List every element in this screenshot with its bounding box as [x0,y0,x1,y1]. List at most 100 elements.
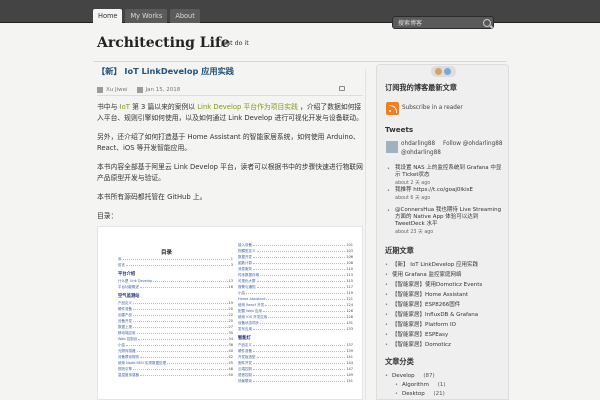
subscribe-link[interactable]: Subscribe in a reader [402,105,463,111]
tweet-text[interactable]: 我设置 NAS 上的监控系统到 Grafana 中显示 Ticket状态 [395,165,505,179]
tweet-item[interactable]: • 我设置 NAS 上的监控系统到 Grafana 中显示 Ticket状态 a… [387,165,505,186]
recent-post-item[interactable]: • 【智能家居】Domoticz [385,341,503,349]
post-title[interactable]: 【新】 IoT LinkDevelop 应用实践 [97,66,363,77]
toc-entry: 函数计算 108 [238,261,353,266]
toc-dot-leader [268,316,346,318]
main-navigation: Home My Works About [93,9,203,23]
toc-entry: 数据开发 106 [238,254,353,260]
search-icon[interactable] [483,19,491,27]
recent-post-item[interactable]: • 【智能家居】Platform IO [385,321,503,329]
recent-post-label[interactable]: 【智能家居】ESP8266固件 [392,302,460,308]
calendar-icon [136,86,143,93]
category-item[interactable]: • Desktop (21) [395,390,513,398]
recent-post-item[interactable]: • 【智能家居】ESPEasy [385,331,503,339]
recent-post-label[interactable]: 【智能家居】Platform IO [392,322,456,328]
toc-entry: 设备开发 25 [118,319,233,324]
toc-entry: 使用 iOS 开发应用 128 [238,315,353,320]
toc-entry: 接入设备 101 [238,243,353,248]
tweet-text[interactable]: 我推荐 https://t.co/goaj0lkisE [395,187,505,194]
toc-page-number: 25 [228,319,233,323]
top-navigation-bar: Home My Works About 搜索博客 [0,0,600,29]
toc-dot-leader [126,344,228,346]
toc-entry: Home Assistant 121 [238,297,353,301]
twitter-handle[interactable]: @ohdarling88 [401,150,441,156]
twitter-user[interactable]: ohdarling88 [401,141,435,147]
category-label[interactable]: Develop [392,373,415,379]
toc-entry: 温湿度传感器 50 [118,373,233,378]
toc-entry-title: 消息服务 [238,266,252,271]
toc-entry-title: 小结 [118,342,125,347]
toc-entry: 设备联动规则 42 [118,355,233,360]
post-content: 【新】 IoT LinkDevelop 应用实践 Xu Jiwei Jan 15… [97,66,363,222]
bullet-icon: • [387,188,390,194]
iot-link[interactable]: IoT [120,103,130,111]
bullet-icon: • [385,272,388,278]
toc-entry: 数据上报 27 [118,324,233,330]
toc-dot-leader [253,368,346,370]
recent-post-item[interactable]: • 【新】 IoT LinkDevelop 应用实践 [385,261,503,269]
post-meta: Xu Jiwei Jan 15, 2018 [97,84,363,96]
follow-button[interactable]: Follow @ohdarling88 [443,141,502,147]
category-label[interactable]: Algorithm [402,382,429,388]
toc-page-number: 149 [346,373,353,377]
category-label[interactable]: Desktop [402,391,425,397]
rss-small-icon[interactable] [435,68,442,75]
toc-entry-title: 数据开发 [238,254,252,259]
search-box[interactable]: 搜索博客 [392,16,494,29]
toc-dot-leader [262,310,346,312]
toc-entry-title: 数据上报 [118,324,132,329]
content-divider [365,69,366,400]
recent-post-label[interactable]: 【新】 IoT LinkDevelop 应用实践 [392,262,478,268]
recent-post-label[interactable]: 【智能家居】使用Domoticz Events [392,282,482,288]
site-tagline: Just do it [221,40,249,47]
comment-icon[interactable] [339,86,345,91]
toc-page-number: 101 [346,243,353,247]
toc-dot-leader [253,244,346,246]
paragraph-text: 第 3 篇以来的案例以 [132,103,196,111]
nav-about-tab[interactable]: About [170,9,200,23]
toc-entry: 使用 Node-RED 实现数据处理 45 [118,361,233,366]
tweets-title: Tweets [385,125,414,134]
recent-post-label[interactable]: 【智能家居】ESPEasy [392,332,448,338]
toc-entry-title: 平台功能概述 [118,284,139,289]
recent-post-item[interactable]: • 【智能家居】Home Assistant [385,291,503,299]
tweet-item[interactable]: • 我推荐 https://t.co/goaj0lkisE about 6 天 … [387,187,505,201]
recent-post-label[interactable]: 【智能家居】Domoticz [392,342,451,348]
toc-dot-leader [253,256,346,258]
bullet-icon: • [385,322,388,328]
rss-icon[interactable] [386,102,399,115]
toc-dot-leader [140,286,228,288]
toc-page-number: 126 [346,309,353,313]
recent-post-label[interactable]: 【智能家居】InfluxDB & Grafana [392,312,478,318]
tweet-text[interactable]: @ConnersHua 我也期待 Live Streaming 方面的 Nati… [395,207,505,228]
recent-post-item[interactable]: • 【智能家居】ESP8266固件 [385,301,503,309]
category-item[interactable]: • Algorithm (1) [395,381,513,389]
toc-entry: 配置 Web 应用 126 [238,309,353,314]
bullet-icon: • [387,166,390,172]
toc-dot-leader [256,286,346,288]
toc-dot-leader [140,356,228,358]
tweet-time: about 23 天 ago [395,230,434,235]
tweet-item[interactable]: • @ConnersHua 我也期待 Live Streaming 方面的 Na… [387,207,505,235]
toc-dot-leader [256,280,346,282]
toc-page-number: 20 [228,307,233,311]
author-icon [97,86,103,93]
nav-my-works-tab[interactable]: My Works [125,9,168,23]
category-item[interactable]: • Develop (87) [385,372,503,380]
recent-post-item[interactable]: • 【智能家居】使用Domoticz Events [385,281,503,289]
recent-post-label[interactable]: 使用 Grafana 监控家庭网络 [392,272,462,278]
toc-dot-leader [166,362,228,364]
recent-post-item[interactable]: • 【智能家居】InfluxDB & Grafana [385,311,503,319]
toc-entry: 使用 React 开发 124 [238,303,353,308]
nav-home-tab[interactable]: Home [93,9,123,23]
link-develop-link[interactable]: Link Develop 平台作为项目实践 [197,103,298,111]
twitter-small-icon[interactable] [444,68,451,75]
site-title[interactable]: Architecting Life [97,35,230,51]
toc-entry: 云端控制 147 [238,367,353,372]
recent-post-label[interactable]: 【智能家居】Home Assistant [392,292,468,298]
toc-entry: 时序数据存储 113 [238,273,353,278]
recent-post-item[interactable]: • 使用 Grafana 监控家庭网络 [385,271,503,279]
toc-dot-leader [253,344,346,346]
toc-page-number: 22 [228,313,233,317]
toc-dot-leader [260,322,346,324]
